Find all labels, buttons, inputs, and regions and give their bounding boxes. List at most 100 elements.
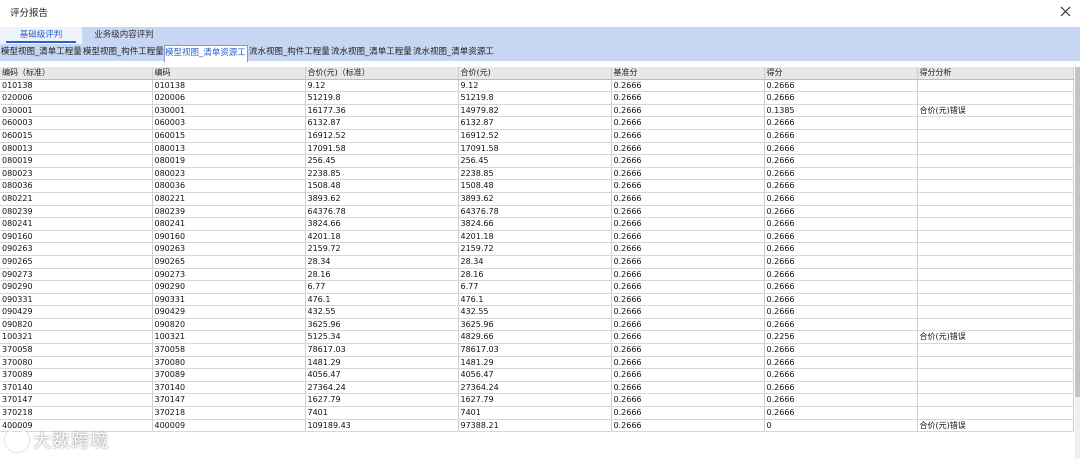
col-header-code-standard[interactable]: 编码（标准）	[0, 67, 153, 80]
cell-base-score: 0.2666	[611, 91, 765, 105]
table-row[interactable]: 060015 060015 16912.52 16912.52 0.2666 0.2666	[0, 129, 1074, 143]
table-row[interactable]: 090265 090265 28.34 28.34 0.2666 0.2666	[0, 255, 1074, 269]
cell-base-score: 0.2666	[611, 293, 765, 307]
cell-base-score: 0.2666	[611, 192, 765, 206]
cell-code: 080241	[152, 217, 306, 231]
cell-base-score: 0.2666	[611, 305, 765, 319]
col-header-score-analysis[interactable]: 得分分析	[917, 67, 1074, 80]
table-row[interactable]: 370089 370089 4056.47 4056.47 0.2666 0.2666	[0, 368, 1074, 382]
subtab-flow-bill-quantity[interactable]: 流水视图_清单工程量	[331, 45, 412, 60]
cell-total-standard: 17091.58	[305, 142, 459, 156]
cell-score: 0.2666	[764, 217, 918, 231]
cell-score: 0.2666	[764, 230, 918, 244]
cell-base-score: 0.2666	[611, 154, 765, 168]
table-row[interactable]: 080023 080023 2238.85 2238.85 0.2666 0.2666	[0, 167, 1074, 181]
table-row[interactable]: 080221 080221 3893.62 3893.62 0.2666 0.2666	[0, 192, 1074, 206]
vertical-scrollbar[interactable]	[1075, 67, 1080, 459]
cell-total: 4056.47	[458, 368, 612, 382]
cell-total: 6.77	[458, 280, 612, 294]
table-row[interactable]: 370218 370218 7401 7401 0.2666 0.2666	[0, 406, 1074, 420]
cell-code: 400009	[152, 419, 306, 433]
cell-total-standard: 16912.52	[305, 129, 459, 143]
cell-total-standard: 28.34	[305, 255, 459, 269]
table-row[interactable]: 080241 080241 3824.66 3824.66 0.2666 0.2666	[0, 217, 1074, 231]
cell-code: 080023	[152, 167, 306, 181]
cell-score-analysis	[917, 356, 1074, 370]
cell-total-standard: 6.77	[305, 280, 459, 294]
table-row[interactable]: 090429 090429 432.55 432.55 0.2666 0.2666	[0, 305, 1074, 319]
cell-code-standard: 400009	[0, 419, 153, 433]
cell-score-analysis	[917, 318, 1074, 332]
table-row[interactable]: 030001 030001 16177.36 14979.82 0.2666 0.1385…	[0, 104, 1074, 118]
cell-total: 4201.18	[458, 230, 612, 244]
table-row[interactable]: 370147 370147 1627.79 1627.79 0.2666 0.2666	[0, 393, 1074, 408]
table-row[interactable]: 080239 080239 64376.78 64376.78 0.2666 0.2666	[0, 205, 1074, 219]
cell-total: 3625.96	[458, 318, 612, 332]
table-row[interactable]: 010138 010138 9.12 9.12 0.2666 0.2666	[0, 79, 1074, 93]
cell-total: 432.55	[458, 305, 612, 319]
cell-code-standard: 370058	[0, 343, 153, 357]
cell-base-score: 0.2666	[611, 129, 765, 143]
table-row[interactable]: 080036 080036 1508.48 1508.48 0.2666 0.2666	[0, 179, 1074, 193]
cell-score-analysis	[917, 116, 1074, 130]
tab-basic-evaluation[interactable]: 基础级评判	[0, 27, 82, 44]
cell-code: 090290	[152, 280, 306, 294]
table-row[interactable]: 090290 090290 6.77 6.77 0.2666 0.2666	[0, 280, 1074, 294]
table-row[interactable]: 400009 400009 109189.43 97388.21 0.2666 0 合价(元…	[0, 419, 1074, 433]
cell-code: 100321	[152, 330, 306, 345]
col-header-total[interactable]: 合价(元)	[458, 67, 612, 80]
cell-score-analysis	[917, 305, 1074, 319]
cell-total: 28.34	[458, 255, 612, 269]
cell-total-standard: 256.45	[305, 154, 459, 168]
table-row[interactable]: 370140 370140 27364.24 27364.24 0.2666 0.2666	[0, 381, 1074, 395]
cell-base-score: 0.2666	[611, 393, 765, 408]
cell-code: 080013	[152, 142, 306, 156]
subtab-model-bill-quantity[interactable]: 模型视图_清单工程量	[1, 45, 82, 60]
col-header-total-standard[interactable]: 合价(元)（标准）	[305, 67, 459, 80]
table-row[interactable]: 370080 370080 1481.29 1481.29 0.2666 0.2666	[0, 356, 1074, 370]
table-row[interactable]: 090160 090160 4201.18 4201.18 0.2666 0.2666	[0, 230, 1074, 244]
cell-code: 370080	[152, 356, 306, 370]
cell-total-standard: 2159.72	[305, 242, 459, 256]
table-header-row: 编码（标准） 编码 合价(元)（标准） 合价(元) 基准分 得分 得分分析	[0, 67, 1074, 80]
subtab-model-bill-resource[interactable]: 模型视图_清单资源工	[164, 45, 248, 62]
cell-total-standard: 6132.87	[305, 116, 459, 130]
col-header-score[interactable]: 得分	[764, 67, 918, 80]
cell-code: 090331	[152, 293, 306, 307]
col-header-base-score[interactable]: 基准分	[611, 67, 765, 80]
cell-code: 060015	[152, 129, 306, 143]
cell-score: 0.2666	[764, 129, 918, 143]
cell-total: 3893.62	[458, 192, 612, 206]
table-row[interactable]: 020006 020006 51219.8 51219.8 0.2666 0.2666	[0, 91, 1074, 105]
cell-score: 0.2666	[764, 255, 918, 269]
table-row[interactable]: 080019 080019 256.45 256.45 0.2666 0.2666	[0, 154, 1074, 168]
cell-base-score: 0.2666	[611, 268, 765, 282]
subtab-model-component-quantity[interactable]: 模型视图_构件工程量	[83, 45, 164, 60]
table-row[interactable]: 060003 060003 6132.87 6132.87 0.2666 0.2666	[0, 116, 1074, 130]
cell-total: 7401	[458, 406, 612, 420]
table-row[interactable]: 090331 090331 476.1 476.1 0.2666 0.2666	[0, 293, 1074, 307]
cell-total: 51219.8	[458, 91, 612, 105]
table-row[interactable]: 090263 090263 2159.72 2159.72 0.2666 0.2666	[0, 242, 1074, 256]
cell-score-analysis	[917, 242, 1074, 256]
cell-code-standard: 100321	[0, 330, 153, 345]
table-row[interactable]: 080013 080013 17091.58 17091.58 0.2666 0.2666	[0, 142, 1074, 156]
subtab-flow-bill-resource[interactable]: 流水视图_清单资源工	[413, 45, 494, 60]
cell-code-standard: 060003	[0, 116, 153, 130]
cell-score-analysis	[917, 230, 1074, 244]
table-row[interactable]: 090273 090273 28.16 28.16 0.2666 0.2666	[0, 268, 1074, 282]
subtab-flow-component-quantity[interactable]: 流水视图_构件工程量	[249, 45, 330, 60]
table-row[interactable]: 370058 370058 78617.03 78617.03 0.2666 0.2666	[0, 343, 1074, 357]
table-row[interactable]: 090820 090820 3625.96 3625.96 0.2666 0.2666	[0, 318, 1074, 332]
cell-total-standard: 3893.62	[305, 192, 459, 206]
col-header-code[interactable]: 编码	[152, 67, 306, 80]
cell-score: 0.2666	[764, 381, 918, 395]
tab-business-evaluation[interactable]: 业务级内容评判	[82, 27, 166, 44]
table-row[interactable]: 100321 100321 5125.34 4829.66 0.2666 0.2256 合价…	[0, 330, 1074, 345]
scrollbar-thumb[interactable]	[1075, 67, 1080, 397]
cell-score: 0.2666	[764, 154, 918, 168]
cell-code-standard: 090263	[0, 242, 153, 256]
cell-score: 0.2666	[764, 343, 918, 357]
close-button[interactable]	[1056, 2, 1074, 20]
cell-score: 0.2666	[764, 242, 918, 256]
